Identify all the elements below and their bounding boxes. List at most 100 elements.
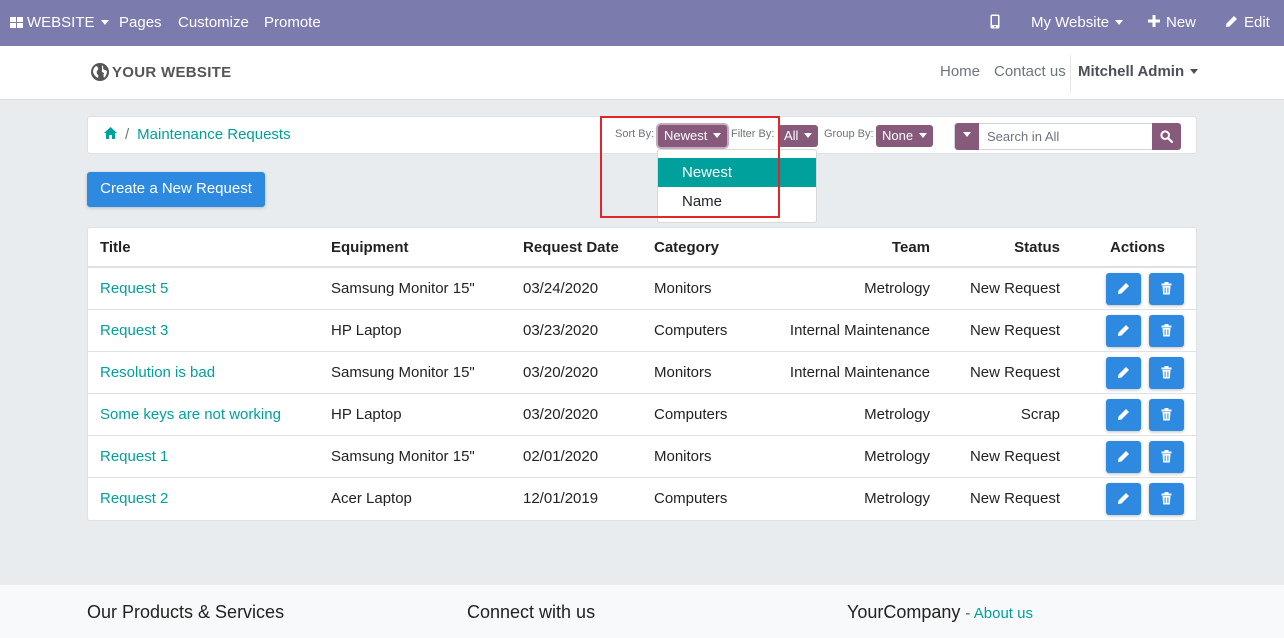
cell-team: Metrology [864,280,930,297]
column-header-status[interactable]: Status [958,238,1060,258]
cell-title[interactable]: Request 3 [100,310,168,352]
cell-category: Computers [654,490,728,507]
edit-row-button[interactable] [1106,315,1141,347]
table-row: Request 2 Acer Laptop 12/01/2019 Computers M… [88,478,1196,520]
delete-row-button[interactable] [1149,273,1184,305]
trash-icon [1161,366,1172,379]
cell-request-date: 03/20/2020 [523,406,599,423]
site-header: YOUR WEBSITE Home Contact us Mitchell Ad… [0,46,1284,100]
cell-title[interactable]: Request 1 [100,436,168,478]
requests-table: Title Equipment Request Date Category Te… [87,227,1197,521]
cell-equipment: HP Laptop [331,406,402,423]
cell-request-date: 02/01/2020 [523,448,599,465]
edit-row-button[interactable] [1106,399,1141,431]
home-icon[interactable] [104,127,117,140]
sort-by-dropdown[interactable]: Newest [658,125,728,147]
cell-status: New Request [969,490,1060,507]
cell-status: New Request [969,280,1060,297]
edit-label: Edit [1244,14,1270,31]
breadcrumb: / Maintenance Requests [104,117,291,153]
cell-status: Scrap [1020,406,1060,423]
delete-row-button[interactable] [1149,357,1184,389]
promote-menu[interactable]: Promote [264,0,321,46]
breadcrumb-current[interactable]: Maintenance Requests [137,126,290,143]
table-row: Resolution is bad Samsung Monitor 15" 03/2… [88,352,1196,394]
cell-equipment: HP Laptop [331,322,402,339]
site-logo[interactable]: YOUR WEBSITE [90,62,231,84]
search-input[interactable] [979,124,1151,149]
pencil-icon [1226,15,1237,27]
edit-button[interactable]: Edit [1225,0,1270,46]
cell-equipment: Acer Laptop [331,490,412,507]
create-request-button[interactable]: Create a New Request [87,172,265,207]
sort-dropdown-menu: Newest Name [657,149,817,223]
pencil-icon [1118,451,1129,462]
delete-row-button[interactable] [1149,483,1184,515]
column-header-team[interactable]: Team [788,238,930,258]
footer-company-title: YourCompany - About us [847,602,1033,623]
new-label: New [1166,14,1197,31]
footer-products-title: Our Products & Services [87,602,285,622]
mobile-preview-button[interactable] [990,0,1000,46]
cell-team: Internal Maintenance [789,364,930,381]
chevron-down-icon [1115,19,1124,25]
column-header-title[interactable]: Title [100,238,131,258]
column-header-request-date[interactable]: Request Date [523,238,619,258]
edit-row-button[interactable] [1106,441,1141,473]
cell-status: New Request [969,448,1060,465]
admin-bar: WEBSITE Pages Customize Promote My Websi… [0,0,1284,46]
cell-category: Monitors [654,280,712,297]
chevron-down-icon [100,19,109,25]
filter-by-value: All [784,128,799,143]
footer: Our Products & Services Connect with us … [0,585,1284,638]
cell-request-date: 03/20/2020 [523,364,599,381]
column-header-equipment[interactable]: Equipment [331,238,409,258]
table-row: Request 5 Samsung Monitor 15" 03/24/2020 Mo… [88,268,1196,310]
filter-by-dropdown[interactable]: All [778,125,819,147]
table-row: Request 3 HP Laptop 03/23/2020 Computers Int… [88,310,1196,352]
cell-title[interactable]: Request 2 [100,478,168,520]
logo-text: YOUR WEBSITE [112,64,232,81]
nav-divider [1070,55,1071,91]
apps-grid-icon [10,16,23,28]
search-scope-dropdown[interactable] [955,123,979,150]
customize-menu[interactable]: Customize [178,0,249,46]
pencil-icon [1118,367,1129,378]
cell-category: Monitors [654,448,712,465]
delete-row-button[interactable] [1149,441,1184,473]
cell-category: Computers [654,406,728,423]
nav-contact-us[interactable]: Contact us [994,46,1066,100]
new-button[interactable]: New [1148,0,1196,46]
cell-title[interactable]: Resolution is bad [100,352,215,394]
trash-icon [1161,492,1172,505]
my-website-menu[interactable]: My Website [1031,0,1124,46]
cell-title[interactable]: Request 5 [100,268,168,310]
cell-title[interactable]: Some keys are not working [100,394,281,436]
pencil-icon [1118,409,1129,420]
cell-team: Metrology [864,448,930,465]
footer-company-name: YourCompany [847,602,961,622]
sort-by-label: Sort By: [615,128,655,140]
edit-row-button[interactable] [1106,357,1141,389]
chevron-down-icon [804,133,813,139]
sort-option-name[interactable]: Name [658,187,816,216]
cell-status: New Request [969,364,1060,381]
nav-home[interactable]: Home [940,46,980,100]
sort-option-newest[interactable]: Newest [658,158,816,187]
cell-equipment: Samsung Monitor 15" [331,448,475,465]
column-header-category[interactable]: Category [654,238,719,258]
pages-menu[interactable]: Pages [119,0,162,46]
delete-row-button[interactable] [1149,315,1184,347]
cell-team: Internal Maintenance [789,322,930,339]
search-button[interactable] [1152,123,1181,150]
edit-row-button[interactable] [1106,483,1141,515]
user-menu[interactable]: Mitchell Admin [1078,46,1199,100]
filter-by-label: Filter By: [731,128,775,140]
website-menu[interactable]: WEBSITE [10,0,109,46]
footer-about-link[interactable]: About us [974,605,1033,622]
edit-row-button[interactable] [1106,273,1141,305]
trash-icon [1161,450,1172,463]
group-by-dropdown[interactable]: None [876,125,934,147]
globe-icon [91,63,109,82]
delete-row-button[interactable] [1149,399,1184,431]
